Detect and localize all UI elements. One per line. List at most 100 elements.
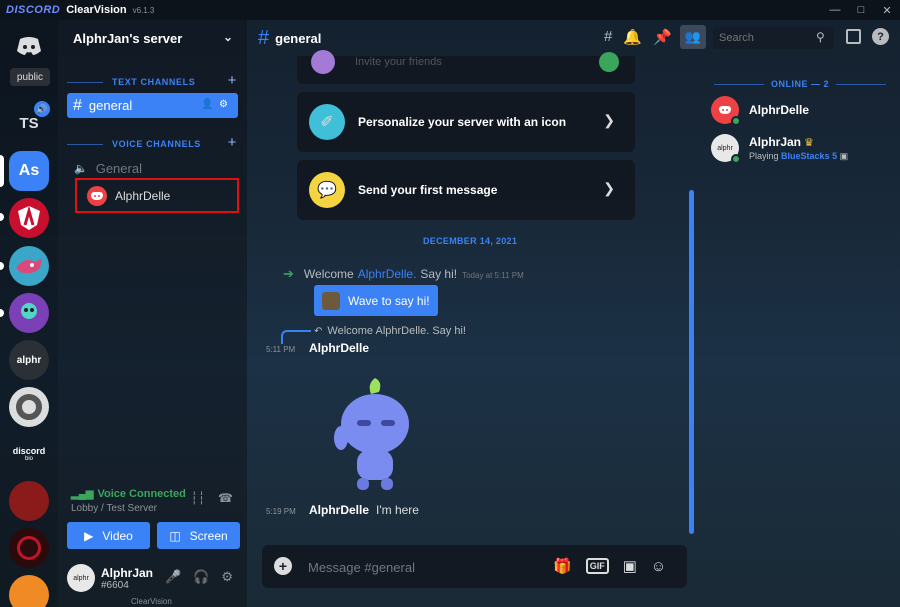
rich-presence-icon: ▣ <box>839 151 849 161</box>
search-icon[interactable]: ⚲ <box>816 30 825 44</box>
category-label: VOICE CHANNELS <box>112 139 201 149</box>
member-activity: Playing BlueStacks 5 ▣ <box>749 151 848 162</box>
divider <box>714 83 764 85</box>
first-message-card[interactable]: 💬 Send your first message ❯ <box>297 160 635 220</box>
date-divider: DECEMBER 14, 2021 <box>423 236 518 246</box>
server-orange-avatar[interactable] <box>9 575 49 607</box>
headphones-icon[interactable]: 🎧 <box>193 569 209 585</box>
gear-icon[interactable]: ⚙ <box>219 99 228 110</box>
chevron-down-icon: ⌄ <box>222 30 233 44</box>
sticker-icon[interactable]: ▣ <box>623 557 637 575</box>
voice-channels-category[interactable]: VOICE CHANNELS + <box>58 134 247 151</box>
close-icon[interactable]: ✕ <box>874 0 900 20</box>
invite-card-icon <box>311 50 335 74</box>
server-discord-bio[interactable]: discord bio <box>9 434 49 474</box>
gift-icon[interactable]: 🎁 <box>553 557 572 575</box>
completed-check-icon <box>599 52 619 72</box>
wumpus-sticker <box>334 378 409 490</box>
minimize-icon[interactable]: — <box>822 0 848 20</box>
divider <box>836 83 887 85</box>
personalize-server-card[interactable]: ✐ Personalize your server with an icon ❯ <box>297 92 635 152</box>
message-content: I'm here <box>376 503 419 517</box>
inbox-icon[interactable] <box>846 29 861 44</box>
composer-tools: 🎁 GIF ▣ ☺ <box>553 557 666 576</box>
voice-channel-name: General <box>95 161 142 176</box>
member-list-toggle[interactable]: 👥 <box>680 25 706 49</box>
avatar: alphr <box>711 134 741 164</box>
server-shark-avatar[interactable] <box>9 246 49 286</box>
voice-status[interactable]: ▂▄▆ Voice Connected <box>71 488 186 500</box>
server-red-avatar[interactable] <box>9 481 49 521</box>
server-red-shield[interactable] <box>9 198 49 238</box>
emoji-icon[interactable]: ☺ <box>651 558 666 575</box>
maximize-icon[interactable]: □ <box>848 0 874 20</box>
join-arrow-icon: ➔ <box>283 266 294 281</box>
screen-icon: ◫ <box>169 528 181 543</box>
message-input[interactable] <box>308 556 538 578</box>
add-channel-icon[interactable]: + <box>228 72 237 89</box>
chat-scrollbar[interactable] <box>689 190 694 534</box>
wave-button[interactable]: Wave to say hi! <box>314 285 438 316</box>
user-tag: #6604 <box>101 580 129 591</box>
reply-arrow-icon: ↶ <box>314 325 323 337</box>
upload-plus-icon[interactable]: + <box>274 557 292 575</box>
message-composer: + 🎁 GIF ▣ ☺ <box>262 545 687 588</box>
voice-controls: ┆┆ ☎ <box>191 491 233 505</box>
server-header[interactable]: AlphrJan's server ⌄ <box>58 20 247 56</box>
online-status-icon <box>731 154 741 164</box>
welcome-prefix: Welcome <box>303 267 354 281</box>
invite-icon[interactable]: 👤 <box>201 99 213 110</box>
server-dark-avatar[interactable] <box>9 528 49 568</box>
screen-share-button[interactable]: ◫ Screen <box>157 522 240 549</box>
gif-button[interactable]: GIF <box>585 558 609 574</box>
bell-icon[interactable]: 🔔 <box>623 28 642 46</box>
server-alphr[interactable]: alphr <box>9 340 49 380</box>
pin-icon[interactable]: 📌 <box>653 28 672 46</box>
voice-channel-general[interactable]: 🔈 General <box>74 161 142 176</box>
avatar[interactable]: alphr <box>67 564 95 592</box>
discord-bio-label: discord <box>12 446 46 456</box>
reply-reference[interactable]: ↶ Welcome AlphrDelle. Say hi! <box>314 325 466 337</box>
avatar <box>711 96 741 126</box>
signal-icon: ▂▄▆ <box>71 488 94 500</box>
discord-home-icon[interactable] <box>9 26 49 66</box>
microphone-icon[interactable]: 🎤 <box>165 569 181 585</box>
user-name: AlphrJan <box>101 566 154 580</box>
card-title: Send your first message <box>358 183 498 197</box>
member-alphrdelle[interactable]: AlphrDelle <box>711 96 810 126</box>
gear-icon[interactable]: ⚙ <box>221 569 233 585</box>
channel-general[interactable]: # general 👤 ⚙ <box>67 93 238 118</box>
welcome-suffix: Say hi! <box>420 267 458 281</box>
reply-connector <box>281 330 311 344</box>
card-title: Invite your friends <box>355 56 442 68</box>
card-title: Personalize your server with an icon <box>358 115 567 129</box>
text-channels-category[interactable]: TEXT CHANNELS + <box>58 72 247 89</box>
shield-icon <box>18 205 40 230</box>
channel-sidebar: AlphrJan's server ⌄ TEXT CHANNELS + # ge… <box>58 20 247 607</box>
video-button[interactable]: ▶ Video <box>67 522 150 549</box>
message-author[interactable]: AlphrDelle <box>309 503 369 517</box>
voice-user-alphrdelle[interactable]: AlphrDelle <box>75 178 239 213</box>
message-timestamp: 5:19 PM <box>266 507 296 516</box>
invite-friends-card[interactable]: Invite your friends <box>297 50 635 84</box>
member-name: AlphrDelle <box>749 103 810 117</box>
wumpus-sticker-icon <box>322 291 340 310</box>
ring-icon <box>16 394 42 420</box>
discord-bio-sublabel: bio <box>24 456 33 462</box>
activity-game: BlueStacks 5 <box>781 151 838 161</box>
noise-suppression-icon[interactable]: ┆┆ <box>191 491 205 505</box>
help-icon[interactable]: ? <box>872 28 889 45</box>
member-alphrjan[interactable]: alphr AlphrJan ♛ Playing BlueStacks 5 ▣ <box>711 134 848 164</box>
server-alphrjan-selected[interactable]: As <box>9 151 49 191</box>
welcome-username[interactable]: AlphrDelle. <box>358 267 417 281</box>
add-channel-icon[interactable]: + <box>228 134 237 151</box>
server-purple-avatar[interactable] <box>9 293 49 333</box>
avatar-text: alphr <box>717 144 733 152</box>
disconnect-icon[interactable]: ☎ <box>218 491 233 505</box>
message-author[interactable]: AlphrDelle <box>309 341 369 355</box>
reply-text: Welcome AlphrDelle. Say hi! <box>327 325 466 337</box>
server-ring[interactable] <box>9 387 49 427</box>
clearvision-watermark: ClearVision <box>131 597 172 606</box>
threads-icon[interactable]: # <box>604 28 612 46</box>
voice-user-name: AlphrDelle <box>115 188 171 203</box>
